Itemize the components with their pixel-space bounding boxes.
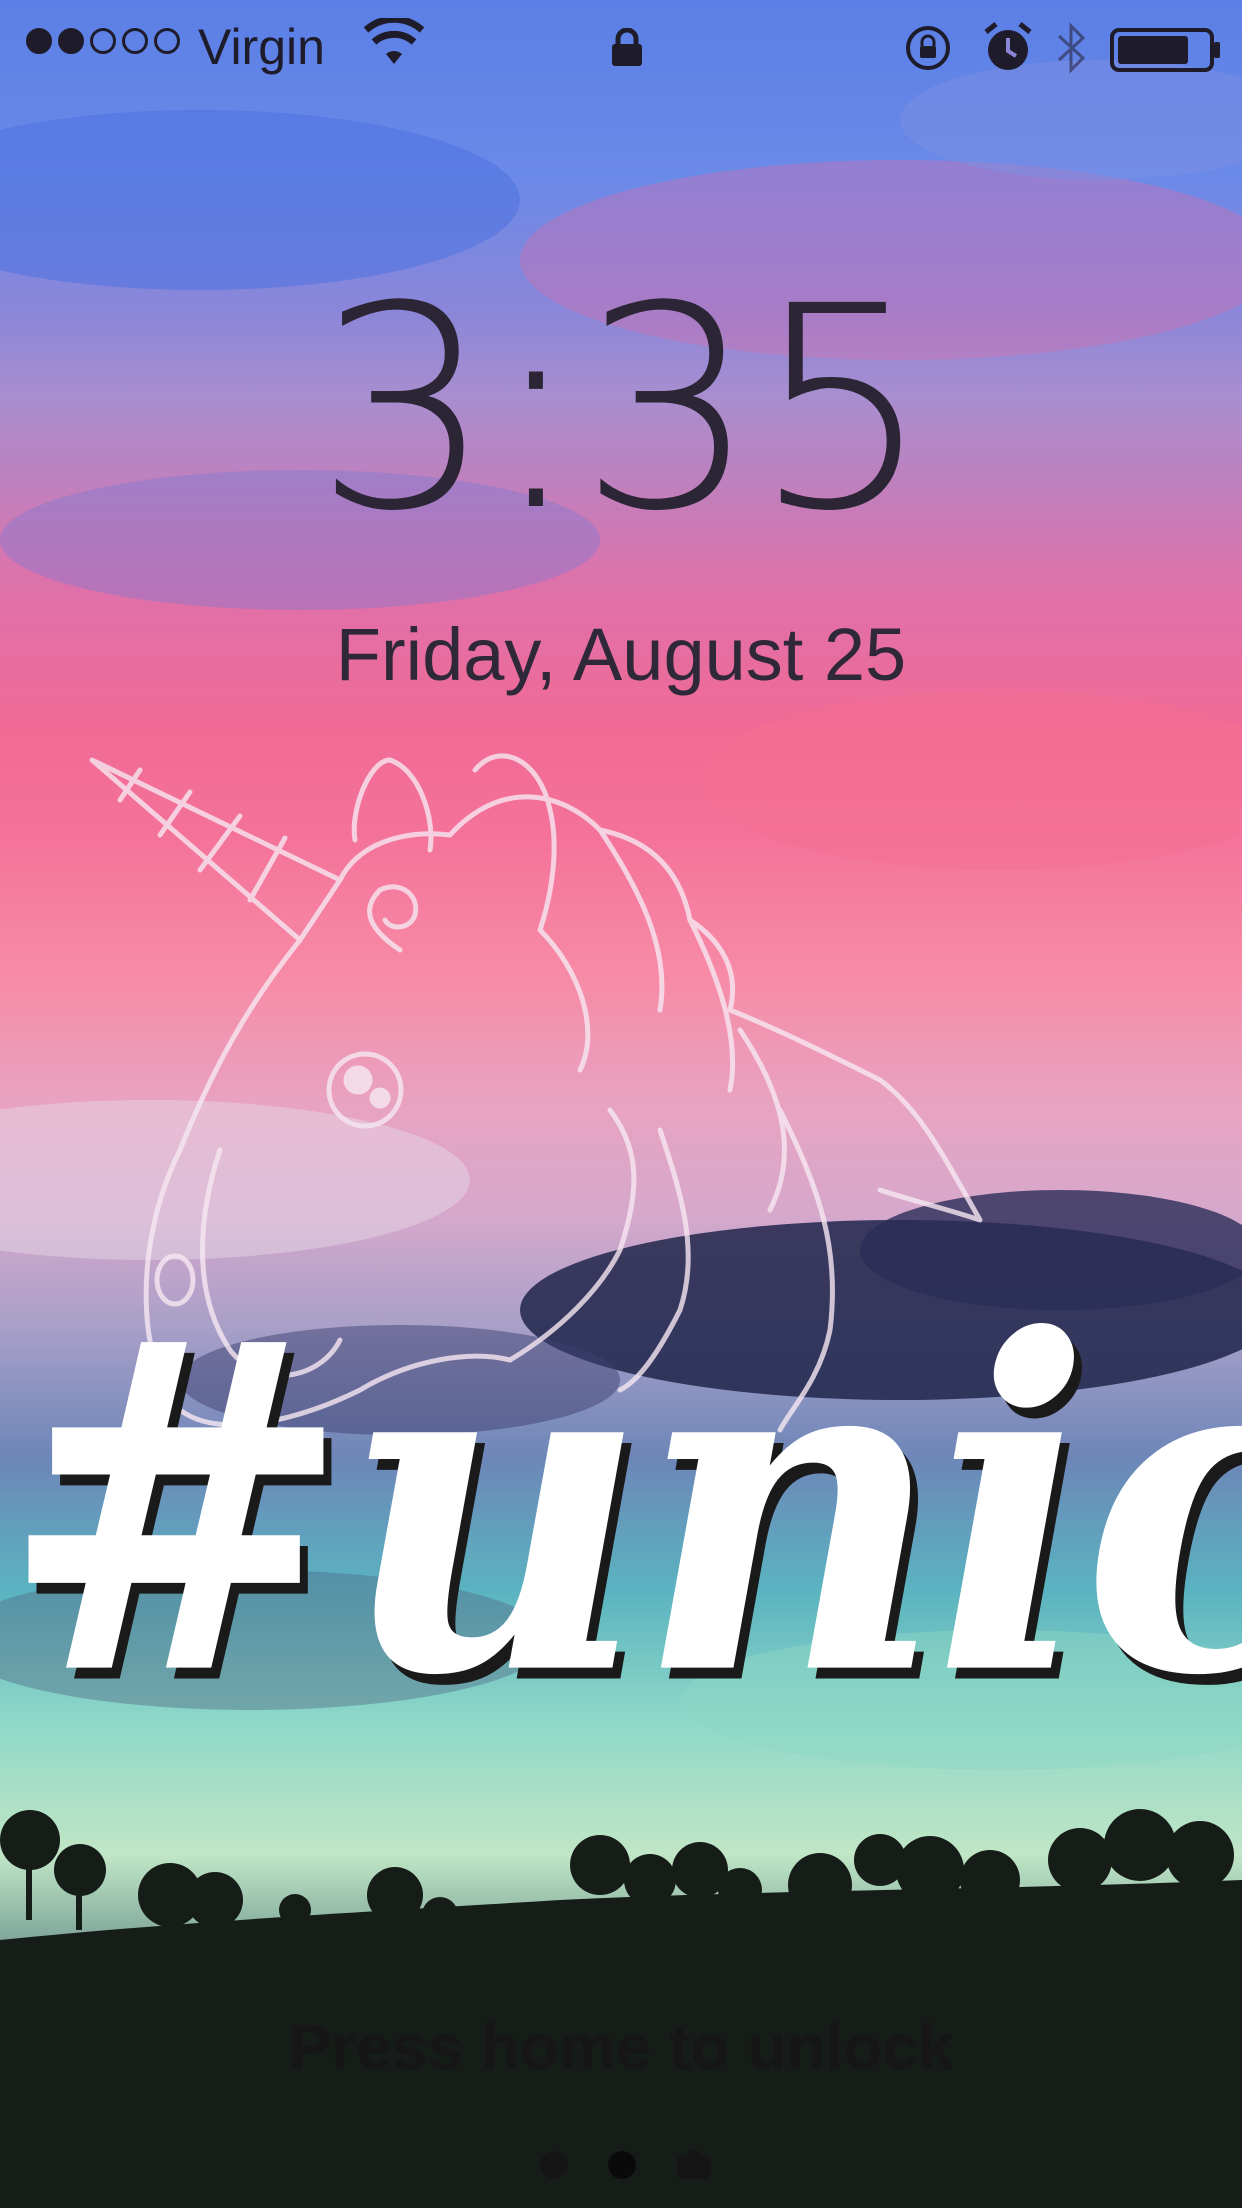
bluetooth-icon: [1057, 22, 1086, 74]
lock-screen: Virgin 3:35 Friday, August 25 #uni Press…: [0, 0, 1242, 2208]
tree-silhouette: [0, 1809, 1242, 2208]
lockscreen-date: Friday, August 25: [335, 613, 907, 696]
carrier-name: Virgin: [198, 19, 325, 75]
page-dot: [540, 2151, 568, 2179]
rotation-lock-icon: [906, 26, 950, 70]
page-dot-active: [608, 2151, 636, 2179]
wallpaper-hashtag: #unicorn: [0, 1243, 1242, 1776]
page-indicator: [540, 2150, 712, 2180]
status-bar: Virgin: [0, 0, 1242, 100]
battery-icon: [1110, 28, 1220, 72]
wifi-icon: [364, 18, 424, 64]
lockscreen-time: 3:35: [314, 247, 932, 573]
alarm-icon: [984, 22, 1032, 70]
signal-strength-icon: [26, 28, 180, 54]
unlock-hint: Press home to unlock: [288, 2011, 954, 2083]
lock-icon: [612, 28, 642, 66]
camera-icon[interactable]: [676, 2150, 712, 2180]
